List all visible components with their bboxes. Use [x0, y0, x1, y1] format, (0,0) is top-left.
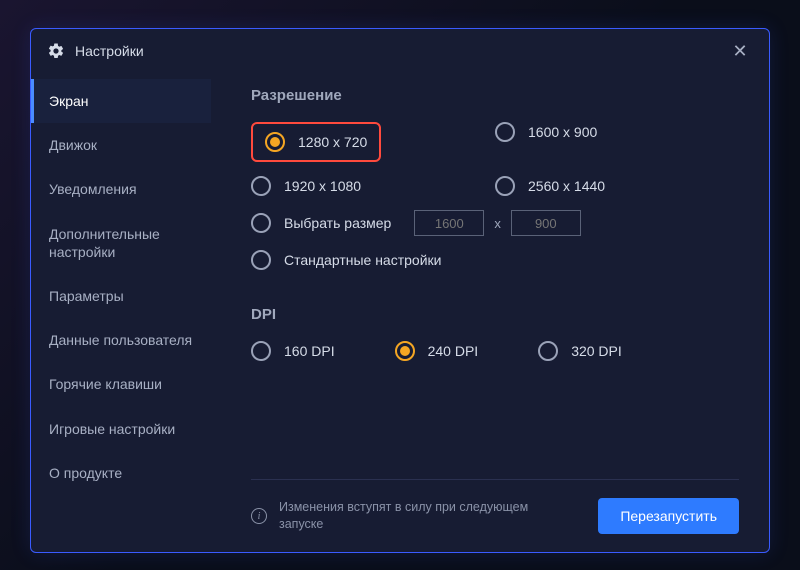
resolution-row-1: 1280 x 720 1600 x 900: [251, 122, 739, 162]
sidebar-item-label: Игровые настройки: [49, 421, 175, 437]
resolution-option-custom[interactable]: Выбрать размер: [251, 213, 391, 233]
sidebar-item-label: Экран: [49, 93, 89, 109]
content-panel: Разрешение 1280 x 720 1600 x 900: [211, 73, 769, 552]
sidebar-item-screen[interactable]: Экран: [31, 79, 211, 123]
footer-message: Изменения вступят в силу при следующем з…: [279, 499, 539, 534]
sidebar-item-label: Горячие клавиши: [49, 376, 162, 392]
dpi-heading: DPI: [251, 306, 739, 323]
sidebar: Экран Движок Уведомления Дополнительные …: [31, 73, 211, 552]
radio-label: Стандартные настройки: [284, 252, 441, 268]
custom-width-input[interactable]: [414, 210, 484, 236]
resolution-option-1280x720[interactable]: 1280 x 720: [265, 132, 367, 152]
radio-icon: [251, 213, 271, 233]
sidebar-item-advanced[interactable]: Дополнительные настройки: [31, 212, 211, 274]
gear-icon: [47, 42, 65, 60]
restart-button[interactable]: Перезапустить: [598, 498, 739, 534]
resolution-option-default[interactable]: Стандартные настройки: [251, 250, 441, 270]
resolution-default-row: Стандартные настройки: [251, 250, 739, 270]
close-icon: ✕: [732, 41, 747, 62]
radio-icon: [395, 341, 415, 361]
resolution-option-1920x1080[interactable]: 1920 x 1080: [251, 176, 495, 196]
dialog-titlebar: Настройки ✕: [31, 29, 769, 73]
sidebar-item-hotkeys[interactable]: Горячие клавиши: [31, 362, 211, 406]
sidebar-item-label: Уведомления: [49, 181, 137, 197]
footer: i Изменения вступят в силу при следующем…: [251, 479, 739, 534]
resolution-option-2560x1440[interactable]: 2560 x 1440: [495, 176, 739, 196]
radio-label: 2560 x 1440: [528, 178, 605, 194]
sidebar-item-about[interactable]: О продукте: [31, 451, 211, 495]
resolution-highlight: 1280 x 720: [251, 122, 381, 162]
radio-label: Выбрать размер: [284, 215, 391, 231]
radio-label: 1280 x 720: [298, 134, 367, 150]
sidebar-item-label: Дополнительные настройки: [49, 226, 160, 260]
settings-dialog: Настройки ✕ Экран Движок Уведомления Доп…: [30, 28, 770, 553]
info-icon: i: [251, 508, 267, 524]
radio-icon: [495, 122, 515, 142]
radio-label: 240 DPI: [428, 343, 479, 359]
radio-icon: [538, 341, 558, 361]
radio-label: 1920 x 1080: [284, 178, 361, 194]
radio-icon: [251, 176, 271, 196]
radio-label: 320 DPI: [571, 343, 622, 359]
resolution-option-1600x900[interactable]: 1600 x 900: [495, 122, 739, 142]
sidebar-item-parameters[interactable]: Параметры: [31, 274, 211, 318]
radio-label: 1600 x 900: [528, 124, 597, 140]
dpi-option-160[interactable]: 160 DPI: [251, 341, 335, 361]
radio-icon: [251, 250, 271, 270]
sidebar-item-label: Движок: [49, 137, 97, 153]
sidebar-item-game[interactable]: Игровые настройки: [31, 407, 211, 451]
dpi-row: 160 DPI 240 DPI 320 DPI: [251, 341, 739, 361]
sidebar-item-label: Параметры: [49, 288, 124, 304]
resolution-custom-row: Выбрать размер x: [251, 210, 739, 236]
dialog-body: Экран Движок Уведомления Дополнительные …: [31, 73, 769, 552]
resolution-row-2: 1920 x 1080 2560 x 1440: [251, 176, 739, 196]
sidebar-item-label: О продукте: [49, 465, 122, 481]
dpi-option-240[interactable]: 240 DPI: [395, 341, 479, 361]
dimension-separator: x: [494, 216, 501, 231]
sidebar-item-label: Данные пользователя: [49, 332, 192, 348]
sidebar-item-userdata[interactable]: Данные пользователя: [31, 318, 211, 362]
sidebar-item-notifications[interactable]: Уведомления: [31, 167, 211, 211]
close-button[interactable]: ✕: [727, 38, 753, 64]
dialog-title: Настройки: [75, 43, 144, 59]
dpi-option-320[interactable]: 320 DPI: [538, 341, 622, 361]
radio-icon: [495, 176, 515, 196]
custom-height-input[interactable]: [511, 210, 581, 236]
resolution-heading: Разрешение: [251, 87, 739, 104]
radio-label: 160 DPI: [284, 343, 335, 359]
sidebar-item-engine[interactable]: Движок: [31, 123, 211, 167]
radio-icon: [251, 341, 271, 361]
radio-icon: [265, 132, 285, 152]
